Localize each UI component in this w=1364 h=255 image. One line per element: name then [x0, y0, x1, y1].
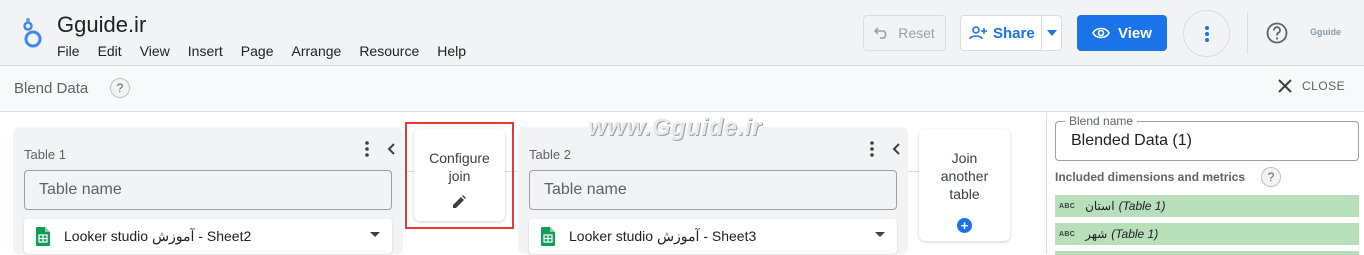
- report-title[interactable]: Gguide.ir: [57, 12, 146, 38]
- field-name: استان: [1085, 199, 1115, 213]
- menu-file[interactable]: File: [57, 43, 80, 59]
- join-another-label-2: another: [940, 168, 989, 184]
- table-1-name-input[interactable]: Table name: [24, 170, 392, 210]
- table-1-source-select[interactable]: Looker studio آموزش - Sheet2: [24, 219, 392, 254]
- top-app-bar: Gguide.ir File Edit View Insert Page Arr…: [0, 0, 1364, 66]
- included-fields-title: Included dimensions and metrics: [1055, 170, 1246, 184]
- table-2-panel: Table 2 Table name Looker studio آموزش -…: [518, 127, 908, 254]
- share-label: Share: [993, 24, 1035, 42]
- menu-arrange[interactable]: Arrange: [292, 43, 342, 59]
- brand-logo: Gguide: [1310, 27, 1341, 37]
- table-2-actions: [870, 141, 900, 157]
- blend-data-title: Blend Data: [14, 80, 89, 97]
- add-circle-icon[interactable]: +: [957, 218, 972, 233]
- google-sheets-icon: [36, 227, 50, 246]
- join-another-label-3: table: [949, 186, 980, 202]
- menu-resource[interactable]: Resource: [359, 43, 419, 59]
- menu-page[interactable]: Page: [241, 43, 274, 59]
- join-another-label-1: Join: [951, 150, 978, 166]
- field-chip[interactable]: ABC استان (Table 1): [1055, 195, 1359, 217]
- table-1-label: Table 1: [24, 147, 66, 162]
- eye-icon: [1092, 27, 1110, 39]
- caret-down-icon: [370, 232, 380, 237]
- chevron-left-icon[interactable]: [892, 143, 900, 155]
- table-1-actions: [365, 141, 395, 157]
- google-sheets-icon: [541, 227, 555, 246]
- table-2-source-name: Looker studio آموزش - Sheet3: [569, 228, 757, 244]
- table-2-label: Table 2: [529, 147, 571, 162]
- menu-edit[interactable]: Edit: [98, 43, 122, 59]
- menu-view[interactable]: View: [140, 43, 170, 59]
- menu-insert[interactable]: Insert: [188, 43, 223, 59]
- more-vert-icon[interactable]: [365, 141, 369, 157]
- blend-name-legend: Blend name: [1065, 114, 1138, 128]
- connector-line: [908, 171, 919, 172]
- more-options-button[interactable]: [1183, 10, 1230, 57]
- table-1-source-name: Looker studio آموزش - Sheet2: [64, 228, 252, 244]
- blend-data-header: Blend Data ? CLOSE: [0, 66, 1364, 112]
- table-2-source-select[interactable]: Looker studio آموزش - Sheet3: [529, 219, 897, 254]
- caret-down-icon: [875, 232, 885, 237]
- share-main[interactable]: Share: [961, 16, 1041, 50]
- text-type-icon: ABC: [1059, 202, 1076, 210]
- menu-help[interactable]: Help: [437, 43, 466, 59]
- blend-workspace: Table 1 Table name Looker studio آموزش -…: [0, 113, 1046, 254]
- table-2-name-input[interactable]: Table name: [529, 170, 897, 210]
- reset-button[interactable]: Reset: [863, 15, 946, 51]
- field-name: شهر: [1085, 227, 1108, 241]
- undo-icon: [874, 27, 887, 39]
- field-table: (Table 1): [1111, 227, 1159, 241]
- included-fields-help-icon[interactable]: ?: [1261, 167, 1281, 187]
- close-label: CLOSE: [1302, 79, 1346, 93]
- join-another-table-card[interactable]: Join another table +: [919, 129, 1010, 241]
- reset-label: Reset: [898, 25, 935, 41]
- caret-down-icon: [1046, 30, 1057, 36]
- more-vert-icon[interactable]: [870, 141, 874, 157]
- share-button[interactable]: Share: [960, 15, 1062, 51]
- help-icon[interactable]: [1266, 22, 1288, 44]
- watermark-text: www.Gguide.ir: [588, 114, 762, 141]
- close-icon: [1278, 79, 1292, 93]
- view-label: View: [1118, 24, 1152, 42]
- blend-help-icon[interactable]: ?: [110, 78, 130, 98]
- field-chip[interactable]: ABC شهر (Table 1): [1055, 223, 1359, 245]
- close-button[interactable]: CLOSE: [1278, 79, 1345, 93]
- add-person-icon: [969, 26, 987, 40]
- chevron-left-icon[interactable]: [387, 143, 395, 155]
- field-table: (Table 1): [1118, 199, 1166, 213]
- view-button[interactable]: View: [1077, 15, 1167, 51]
- configure-join-highlight: [405, 122, 514, 229]
- menu-bar: File Edit View Insert Page Arrange Resou…: [57, 43, 484, 59]
- field-chip[interactable]: [1055, 251, 1359, 255]
- toolbar-divider: [1247, 12, 1248, 54]
- blend-settings-panel: Blended Data (1) Blend name Included dim…: [1046, 113, 1364, 255]
- looker-studio-logo-icon[interactable]: [18, 17, 46, 49]
- text-type-icon: ABC: [1059, 230, 1076, 238]
- share-dropdown[interactable]: [1041, 16, 1061, 50]
- table-1-panel: Table 1 Table name Looker studio آموزش -…: [13, 127, 403, 254]
- more-vert-icon: [1204, 25, 1209, 42]
